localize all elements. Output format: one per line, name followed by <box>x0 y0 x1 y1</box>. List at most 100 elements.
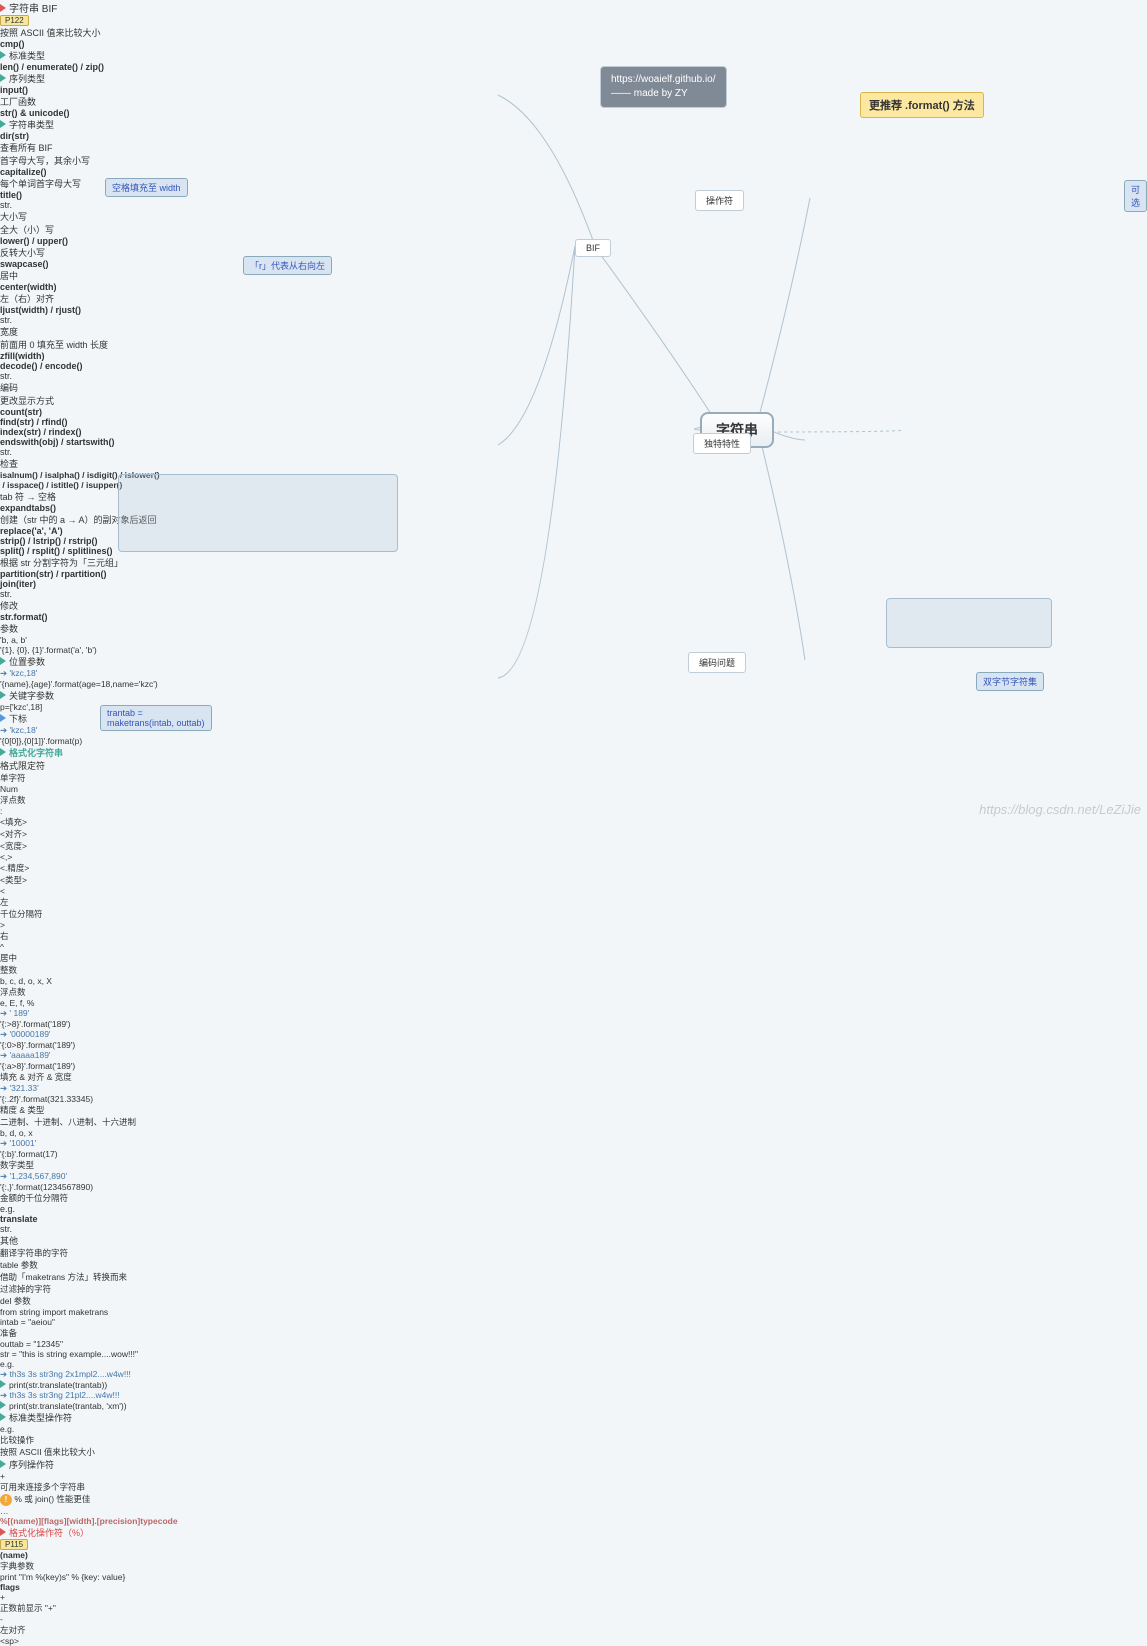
op-std: 标准类型操作符 <box>0 1411 1147 1424</box>
ex2-in: ➔ 'kzc,18' <box>0 668 1147 679</box>
swap-fn: swapcase() <box>0 259 1147 269</box>
spec-align: <对齐> <box>0 828 1147 840</box>
eg6-fn: '{:,}'.format(1234567890) <box>0 1182 1147 1192</box>
translate: translate <box>0 1214 1147 1224</box>
fmt-title: 格式化字符串 <box>0 746 1147 759</box>
spec-type: <类型> <box>0 874 1147 886</box>
tr-intab: intab = "aeiou" <box>0 1317 1147 1327</box>
encode-str: str. <box>0 371 1147 381</box>
tr-res2-in: ➔ th3s 3s str3ng 21pl2....w4w!!! <box>0 1390 1147 1401</box>
spec-int-t: b, c, d, o, x, X <box>0 976 1147 986</box>
eg1-fn: '{:>8}'.format('189') <box>0 1019 1147 1029</box>
spec-lt-d: 左 <box>0 896 1147 908</box>
op-branch: 操作符 <box>695 190 744 211</box>
spec-gt: > <box>0 920 1147 930</box>
varenc-box <box>886 598 1052 648</box>
op-std-cmp: 比较操作 <box>0 1434 1147 1446</box>
factory-flag: 字符串类型 <box>0 118 1147 131</box>
ex4-fn: '{0[0]},{0[1]}'.format(p) <box>0 736 1147 746</box>
spec-prec: <.精度> <box>0 862 1147 874</box>
width-grp: 宽度 <box>0 325 1147 338</box>
zfill-fn: zfill(width) <box>0 351 1147 361</box>
bif-branch: BIF <box>575 239 611 257</box>
op-plus-d: 可用来连接多个字符串 <box>0 1481 1147 1493</box>
eg3-fn: '{:a>8}'.format('189') <box>0 1061 1147 1071</box>
encode-grp: 编码 <box>0 381 1147 394</box>
eg-numtype: 数字类型 <box>0 1159 1147 1171</box>
tr-del-d: 过滤掉的字符 <box>0 1283 1147 1295</box>
flags: flags <box>0 1582 1147 1592</box>
fmt-spec: 格式限定符 <box>0 759 1147 772</box>
part-fn: partition(str) / rpartition() <box>0 569 1147 579</box>
attr-url: https://woaielf.github.io/ <box>611 73 716 87</box>
op-fmt-tag: P115 <box>0 1539 1147 1550</box>
spec-flt: 浮点数 <box>0 986 1147 998</box>
eg-label: e.g. <box>0 1204 1147 1214</box>
dbcs-note: 双字节字符集 <box>976 672 1044 691</box>
spec-fill: <填充> <box>0 816 1147 828</box>
spec-caret: ^ <box>0 942 1147 952</box>
width-str: str. <box>0 315 1147 325</box>
zfill-d: 前面用 0 填充至 width 长度 <box>0 338 1147 351</box>
spec-caret-d: 居中 <box>0 952 1147 964</box>
flag-plus-d: 正数前显示 "+" <box>0 1602 1147 1614</box>
flag-plus: + <box>0 1592 1147 1602</box>
swap-d: 反转大小写 <box>0 246 1147 259</box>
spec-gt-d: 右 <box>0 930 1147 942</box>
op-plus: + <box>0 1471 1147 1481</box>
tr-res1-in: ➔ th3s 3s str3ng 2x1mpl2....w4w!!! <box>0 1369 1147 1380</box>
name: (name) <box>0 1550 1147 1560</box>
kw: 关键字参数 <box>0 689 1147 702</box>
colon: : <box>0 806 1147 816</box>
part-d: 根据 str 分割字符为「三元组」 <box>0 556 1147 569</box>
spec-sep: 千位分隔符 <box>0 908 1147 920</box>
bif-tag: P122 <box>0 15 1147 26</box>
flag-sp: <sp> <box>0 1636 1147 1646</box>
op-std-note: 按照 ASCII 值来比较大小 <box>0 1446 1147 1458</box>
callout-width: 空格填充至 width <box>105 178 188 197</box>
pos: 位置参数 <box>0 655 1147 668</box>
len-fn: len() / enumerate() / zip() <box>0 62 1147 72</box>
eg4-fn: '{:.2f}'.format(321.33345) <box>0 1094 1147 1104</box>
tr-table-d: 翻译字符串的字符 <box>0 1247 1147 1259</box>
spec-int: 整数 <box>0 964 1147 976</box>
fmt-syntax: %[(name)][flags][width].[precision]typec… <box>0 1516 1147 1526</box>
tr-make: 借助「maketrans 方法」转换而来 <box>0 1271 1147 1283</box>
find-note: 「r」代表从右向左 <box>243 256 332 275</box>
eg3-in: ➔ 'aaaaa189' <box>0 1050 1147 1061</box>
name-eg: print "I'm %(key)s" % {key: value} <box>0 1572 1147 1582</box>
bif-sub: 字符串 BIF <box>0 0 1147 15</box>
eg-bases: 二进制、十进制、八进制、十六进制 <box>0 1116 1147 1128</box>
tr-outtab: outtab = "12345" <box>0 1339 1147 1349</box>
tr-strval: str = "this is string example....wow!!!" <box>0 1349 1147 1359</box>
spec-flt-t: e, E, f, % <box>0 998 1147 1008</box>
spec-comma: <,> <box>0 852 1147 862</box>
check: 检查 <box>0 457 1147 470</box>
eg2-in: ➔ '00000189' <box>0 1029 1147 1040</box>
op-std-eg: e.g. <box>0 1424 1147 1434</box>
cmp-flag: 标准类型 <box>0 49 1147 62</box>
attribution: https://woaielf.github.io/ —— made by ZY <box>600 66 727 108</box>
cmp-fn: cmp() <box>0 39 1147 49</box>
disp-change: 更改显示方式 <box>0 394 1147 407</box>
caps-d: 首字母大写，其余小写 <box>0 154 1147 167</box>
eg2-fn: '{:0>8}'.format('189') <box>0 1040 1147 1050</box>
spec-single: 单字符 <box>0 772 1147 784</box>
count: count(str) <box>0 407 1147 417</box>
flag-minus: - <box>0 1614 1147 1624</box>
eg5-in: ➔ '10001' <box>0 1138 1147 1149</box>
eg-fill: 填充 & 对齐 & 宽度 <box>0 1071 1147 1083</box>
enc-branch: 编码问题 <box>688 652 746 673</box>
index: index(str) / rindex() <box>0 427 1147 437</box>
op-dots: … <box>0 1506 1147 1516</box>
op-plus-warn: ! % 或 join() 性能更佳 <box>0 1493 1147 1506</box>
endswith: endswith(obj) / startswith() <box>0 437 1147 447</box>
ljust-fn: ljust(width) / rjust() <box>0 305 1147 315</box>
find: find(str) / rfind() <box>0 417 1147 427</box>
eg-sep: 金额的千位分隔符 <box>0 1192 1147 1204</box>
tr-other: 其他 <box>0 1234 1147 1247</box>
tr-del: del 参数 <box>0 1295 1147 1307</box>
eg-prec: 精度 & 类型 <box>0 1104 1147 1116</box>
rec-box: 更推荐 .format() 方法 <box>860 92 984 118</box>
eg-bases-t: b, d, o, x <box>0 1128 1147 1138</box>
